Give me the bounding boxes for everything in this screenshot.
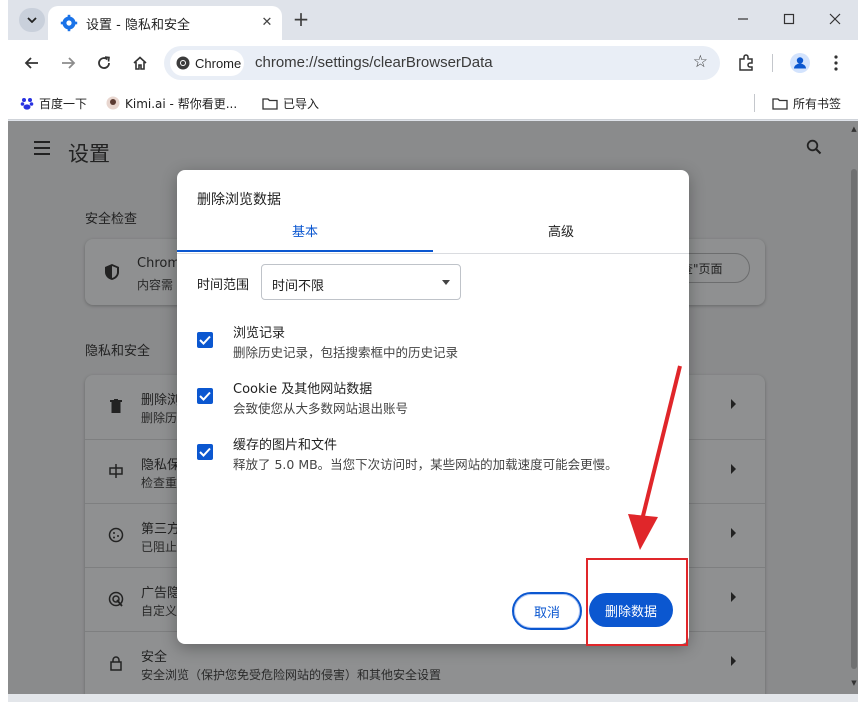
browser-window: 设置 - 隐私和安全 ✕ + Chrome chrome://settings/…: [8, 0, 858, 702]
window-bottom-edge: [8, 694, 858, 702]
annotation-arrow-icon: [628, 365, 682, 550]
